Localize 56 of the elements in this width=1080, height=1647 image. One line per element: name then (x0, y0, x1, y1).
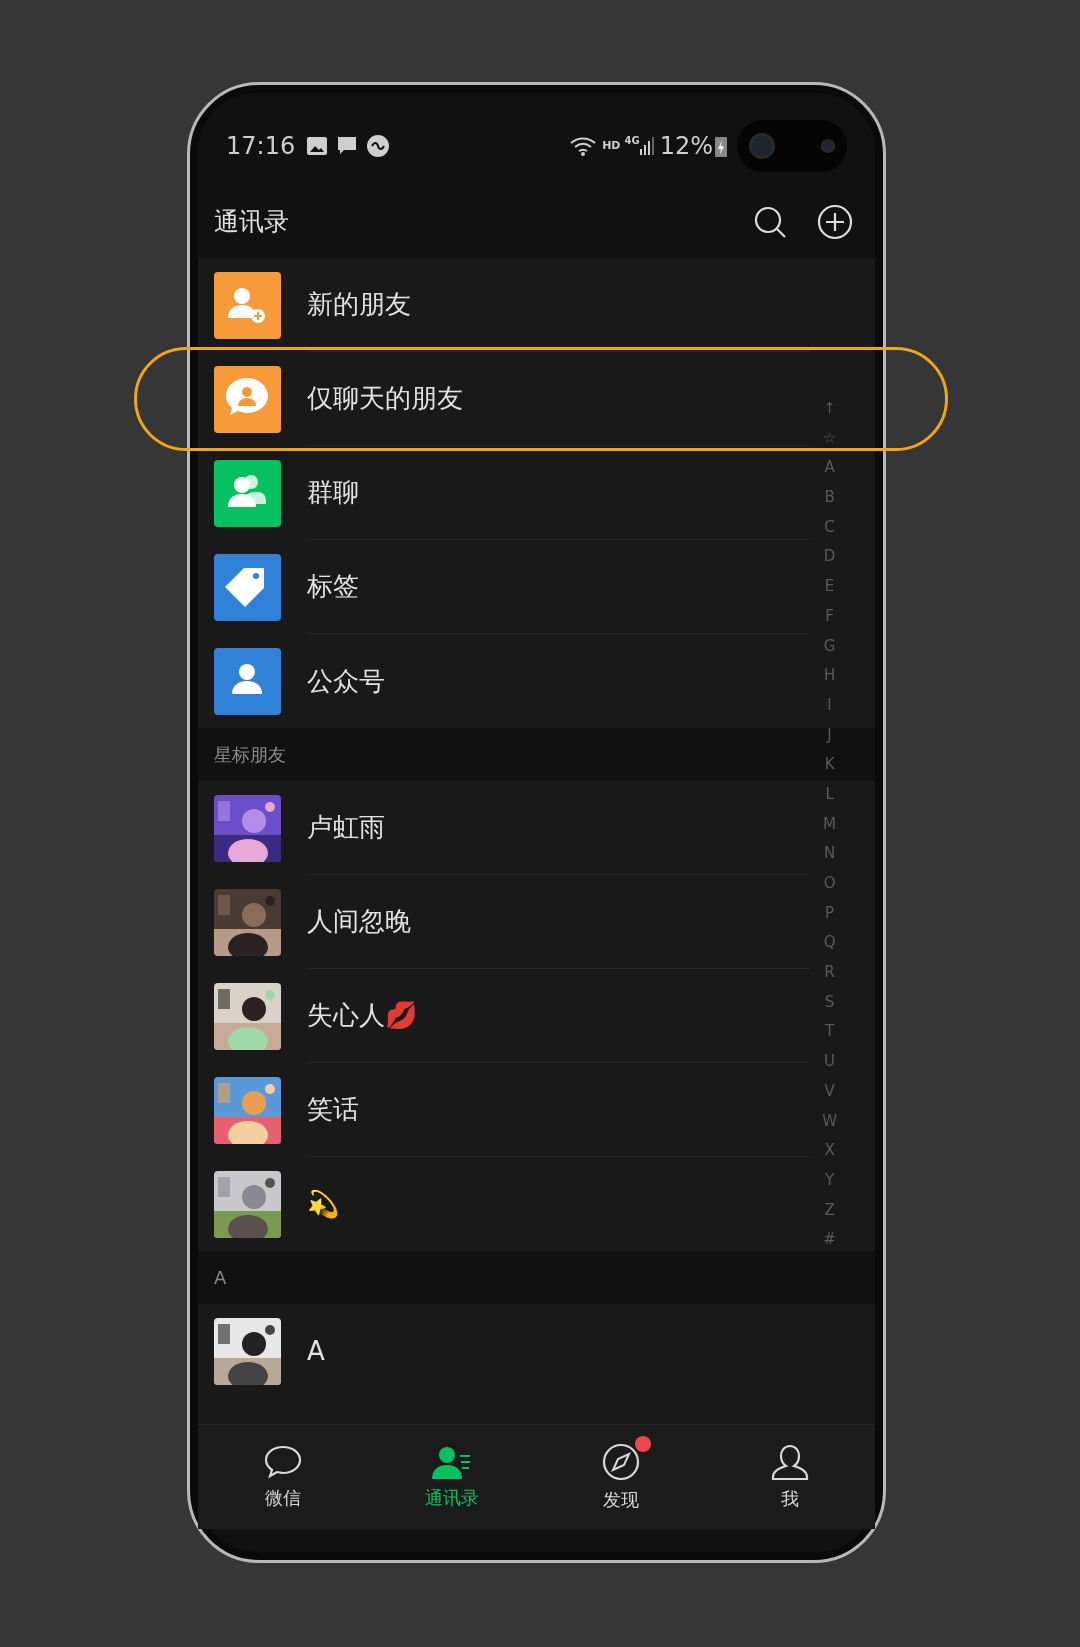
feature-label: 仅聊天的朋友 (307, 382, 463, 415)
index-letter[interactable]: C (824, 512, 835, 543)
contact-name: 💫 (307, 1187, 339, 1221)
feature-label: 新的朋友 (307, 288, 411, 321)
index-letter[interactable]: V (824, 1076, 835, 1107)
index-letter[interactable]: K (824, 750, 835, 780)
tab[interactable]: 发现 (536, 1425, 706, 1529)
tab[interactable]: 通讯录 (367, 1425, 537, 1529)
tab-label: 发现 (603, 1487, 640, 1512)
index-letter[interactable]: ☆ (822, 423, 837, 454)
index-letter[interactable]: W (822, 1106, 837, 1137)
contact-name: 笑话 (307, 1093, 359, 1126)
index-letter[interactable]: Z (824, 1195, 835, 1226)
section-header: 星标朋友 (214, 743, 286, 767)
index-letter[interactable]: E (824, 572, 835, 602)
index-letter[interactable]: # (823, 1225, 836, 1255)
index-letter[interactable]: J (827, 720, 832, 751)
feature-label: 标签 (307, 570, 359, 603)
index-letter[interactable]: G (823, 631, 836, 662)
index-letter[interactable]: U (824, 1047, 836, 1077)
index-letter[interactable]: P (825, 898, 835, 929)
index-letter[interactable]: D (823, 542, 836, 573)
index-letter[interactable]: S (824, 987, 835, 1018)
battery-percent: 12% (659, 131, 713, 162)
index-letter[interactable]: Y (825, 1165, 835, 1196)
index-letter[interactable]: T (825, 1017, 835, 1048)
index-letter[interactable]: O (823, 869, 836, 899)
index-letter[interactable]: Q (823, 928, 836, 959)
index-letter[interactable]: R (824, 958, 835, 988)
network-label: 4G (624, 134, 640, 148)
feature-label: 公众号 (307, 664, 385, 698)
section-header: A (214, 1266, 227, 1290)
index-letter[interactable]: N (823, 839, 836, 869)
tab[interactable]: 我 (705, 1425, 875, 1529)
alphabet-index[interactable]: ↑ ☆ A B C D E F G H I J K L M N O P Q R S T U V W X Y Z # (822, 394, 837, 1255)
tab-label: 我 (781, 1486, 800, 1511)
clock: 17:16 (226, 131, 296, 162)
index-letter[interactable]: X (824, 1136, 835, 1166)
index-letter[interactable]: F (825, 601, 834, 632)
tab-label: 通讯录 (424, 1485, 479, 1510)
index-letter[interactable]: A (824, 453, 835, 484)
hd-label: HD (602, 137, 621, 154)
contact-name: A (307, 1334, 325, 1368)
contact-name: 人间忽晚 (307, 905, 411, 938)
index-letter[interactable]: L (825, 779, 834, 810)
tab[interactable]: 微信 (198, 1425, 368, 1529)
page-title: 通讯录 (214, 205, 289, 238)
contact-name: 失心人💋 (307, 999, 417, 1032)
index-letter[interactable]: I (827, 690, 832, 721)
contact-name: 卢虹雨 (307, 811, 385, 844)
index-letter[interactable]: B (824, 483, 835, 513)
index-letter[interactable]: ↑ (823, 394, 836, 424)
index-letter[interactable]: M (823, 809, 837, 840)
feature-label: 群聊 (307, 476, 359, 509)
index-letter[interactable]: H (823, 661, 836, 691)
tab-label: 微信 (264, 1485, 301, 1510)
